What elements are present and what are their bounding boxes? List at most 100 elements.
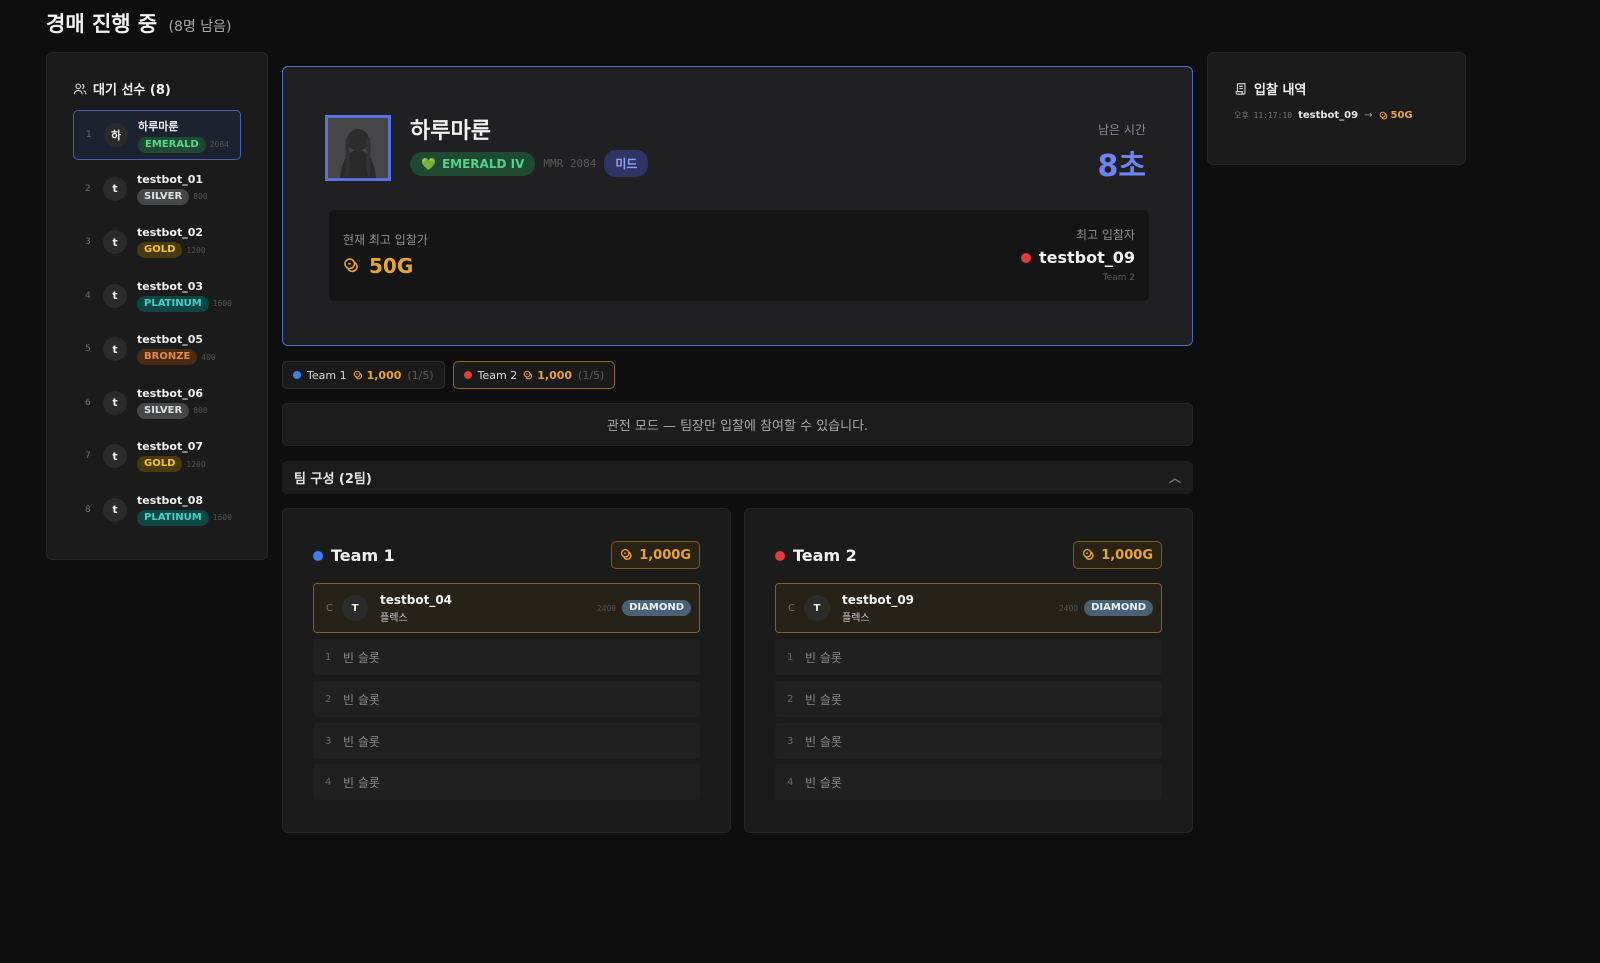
team-composition-title: 팀 구성 (2팀)	[294, 472, 372, 487]
waiting-players-title: 대기 선수 (8)	[93, 83, 171, 98]
coins-icon	[344, 258, 358, 273]
team-chip-gold: 1,000	[353, 368, 402, 382]
team-gold-badge: 1,000G	[1073, 541, 1162, 569]
captain-name: testbot_04	[380, 592, 453, 607]
player-tier-row: EMERALD 2084	[138, 136, 229, 153]
scroll-icon	[1235, 82, 1246, 95]
spectator-notice: 관전 모드 — 팀장만 입찰에 참여할 수 있습니다.	[282, 403, 1193, 446]
captain-mmr: 2400	[596, 603, 617, 613]
player-info: testbot_02 GOLD 1200	[137, 226, 206, 258]
player-info: 하루마룬 EMERALD 2084	[138, 118, 229, 153]
player-tier-row: GOLD 1200	[137, 456, 206, 472]
captain-info: testbot_09 플렉스	[842, 593, 914, 624]
auction-card: 하루마룬 💚 EMERALD IV MMR 2084 미드 남은 시간 8초 현…	[282, 66, 1193, 346]
empty-slot-label: 빈 슬롯	[343, 734, 380, 749]
empty-slot: 2 빈 슬롯	[313, 681, 700, 717]
waiting-player-item[interactable]: 2 t testbot_01 SILVER 800	[73, 164, 241, 214]
heart-icon: 💚	[421, 156, 436, 171]
player-number: 1	[86, 130, 92, 140]
current-bid-box: 현재 최고 입찰가 50G 최고 입찰자 testbot_09 Team 2	[329, 210, 1149, 301]
current-player-badges: 💚 EMERALD IV MMR 2084 미드	[410, 150, 649, 177]
empty-slot-label: 빈 슬롯	[805, 650, 842, 665]
empty-slot-label: 빈 슬롯	[805, 692, 842, 707]
tier-badge: 💚 EMERALD IV	[410, 151, 536, 176]
avatar: T	[342, 595, 368, 621]
team-name: Team 2	[793, 546, 857, 565]
tier-badge: DIAMOND	[622, 600, 691, 616]
time-label: 남은 시간	[1098, 123, 1146, 137]
chevron-up-icon[interactable]: ︿	[1169, 469, 1181, 486]
team-composition-header[interactable]: 팀 구성 (2팀) ︿	[282, 461, 1193, 494]
team-name: Team 1	[331, 546, 395, 565]
team-chip[interactable]: Team 1 1,000 (1/5)	[282, 361, 445, 389]
waiting-players-header: 대기 선수 (8)	[73, 79, 241, 98]
avatar: t	[103, 497, 127, 522]
coins-icon	[1083, 548, 1094, 560]
avatar: t	[103, 444, 127, 468]
team-chip-gold-value: 1,000	[537, 368, 573, 382]
slot-number: 4	[787, 776, 794, 788]
player-tier-row: SILVER 800	[137, 188, 208, 205]
coins-icon	[621, 548, 632, 560]
player-name: testbot_06	[137, 386, 204, 400]
player-info: testbot_05 BRONZE 400	[137, 333, 216, 365]
waiting-player-item[interactable]: 4 t testbot_03 PLATINUM 1600	[73, 271, 241, 321]
team-chip-slots: (1/5)	[407, 368, 434, 382]
arrow-icon: →	[1364, 110, 1373, 121]
captain-role: 플렉스	[380, 612, 408, 624]
bid-history-panel: 입찰 내역 오후 11:17:10 testbot_09 → 50G	[1207, 52, 1466, 165]
player-mmr: 1200	[186, 459, 206, 469]
bid-amount: 50G	[1379, 110, 1413, 121]
empty-slot: 4 빈 슬롯	[775, 764, 1162, 800]
waiting-player-item[interactable]: 1 하 하루마룬 EMERALD 2084	[73, 110, 241, 160]
tier-badge: GOLD	[137, 242, 183, 258]
slot-number: 1	[787, 651, 794, 663]
captain-row[interactable]: C Ttestbot_04 플렉스 2400 DIAMOND	[313, 583, 700, 633]
captain-mmr: 2400	[1058, 603, 1079, 613]
tier-badge: SILVER	[137, 188, 190, 205]
captain-mark: C	[326, 602, 333, 614]
team-chip[interactable]: Team 2 1,000 (1/5)	[452, 361, 616, 389]
coins-icon	[523, 370, 533, 379]
page-title: 경매 진행 중 (8명 남음)	[46, 8, 231, 38]
player-number: 6	[85, 397, 91, 408]
player-portrait	[325, 115, 391, 181]
bid-history-header: 입찰 내역	[1234, 79, 1439, 98]
waiting-player-item[interactable]: 8 t testbot_08 PLATINUM 1600	[73, 485, 241, 535]
team-color-dot	[463, 371, 472, 379]
waiting-player-item[interactable]: 3 t testbot_02 GOLD 1200	[73, 217, 241, 267]
top-bidder-name: testbot_09	[1038, 248, 1135, 267]
avatar: 하	[104, 123, 128, 147]
waiting-player-item[interactable]: 5 t testbot_05 BRONZE 400	[73, 324, 241, 374]
team-chip-gold-value: 1,000	[366, 368, 402, 382]
role-badge: 미드	[604, 150, 649, 177]
player-info: testbot_06 SILVER 800	[137, 387, 208, 419]
player-name: testbot_01	[137, 172, 204, 186]
player-mmr: 1600	[212, 299, 232, 308]
player-name: testbot_07	[137, 440, 204, 453]
player-info: testbot_03 PLATINUM 1600	[137, 280, 232, 312]
waiting-player-item[interactable]: 7 t testbot_07 GOLD 1200	[73, 431, 241, 481]
captain-mark: C	[788, 602, 795, 614]
captain-info: testbot_04 플렉스	[380, 593, 452, 624]
empty-slot: 3 빈 슬롯	[313, 723, 700, 759]
empty-slot-label: 빈 슬롯	[343, 775, 380, 790]
team-chip-name: Team 2	[477, 368, 518, 382]
bid-time: 오후 11:17:10	[1234, 111, 1293, 120]
captain-row[interactable]: C Ttestbot_09 플렉스 2400 DIAMOND	[775, 583, 1162, 633]
player-name: testbot_02	[137, 226, 204, 239]
tier-badge: DIAMOND	[1084, 600, 1153, 616]
captain-tier-group: 2400 DIAMOND	[1059, 600, 1153, 616]
player-mmr: 2084	[209, 140, 229, 149]
player-info: testbot_01 SILVER 800	[137, 173, 208, 205]
tier-badge: GOLD	[137, 456, 183, 472]
tier-badge: BRONZE	[137, 349, 198, 365]
player-mmr: 800	[193, 406, 208, 415]
coins-icon	[353, 370, 362, 379]
slot-number: 1	[325, 651, 332, 663]
avatar: t	[103, 176, 127, 201]
player-tier-row: BRONZE 400	[137, 349, 216, 365]
empty-slot-label: 빈 슬롯	[343, 692, 380, 707]
captain-tier-group: 2400 DIAMOND	[597, 600, 691, 616]
waiting-player-item[interactable]: 6 t testbot_06 SILVER 800	[73, 378, 241, 428]
